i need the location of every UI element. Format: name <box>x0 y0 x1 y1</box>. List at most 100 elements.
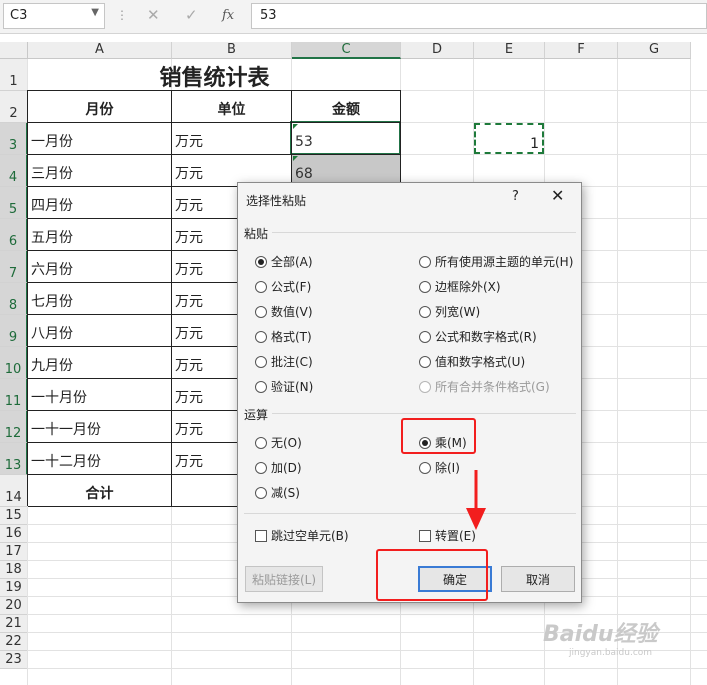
copied-cell[interactable]: 1 <box>474 123 544 154</box>
month-cell[interactable]: 一十月份 <box>28 379 171 410</box>
watermark-url: jingyan.baidu.com <box>569 648 653 658</box>
radio-option[interactable]: 公式和数字格式(R) <box>419 328 537 345</box>
row-header-18[interactable]: 18 <box>0 561 28 579</box>
column-header-c[interactable]: C <box>292 42 401 59</box>
radio-button-icon <box>419 461 431 474</box>
radio-option[interactable]: 减(S) <box>255 484 300 501</box>
chevron-down-icon[interactable]: ▼ <box>91 7 99 18</box>
paste-link-button[interactable]: 粘贴链接(L) <box>245 566 323 592</box>
radio-option[interactable]: 批注(C) <box>255 353 313 370</box>
row-header-19[interactable]: 19 <box>0 579 28 597</box>
help-icon[interactable]: ? <box>512 189 519 204</box>
operation-section-label: 运算 <box>244 408 269 422</box>
radio-option[interactable]: 值和数字格式(U) <box>419 353 525 370</box>
row-header-23[interactable]: 23 <box>0 651 28 669</box>
month-cell[interactable]: 六月份 <box>28 251 171 282</box>
name-box[interactable]: C3 ▼ <box>3 3 105 29</box>
radio-label: 减(S) <box>271 486 300 500</box>
row-header-17[interactable]: 17 <box>0 543 28 561</box>
row-header-2[interactable]: 2 <box>0 91 28 123</box>
radio-option[interactable]: 格式(T) <box>255 328 312 345</box>
row-header-14[interactable]: 14 <box>0 475 28 507</box>
month-cell[interactable]: 五月份 <box>28 219 171 250</box>
radio-option[interactable]: 无(O) <box>255 434 302 451</box>
radio-label: 除(I) <box>435 461 460 475</box>
row-header-20[interactable]: 20 <box>0 597 28 615</box>
header-amount[interactable]: 金额 <box>292 91 400 122</box>
row-header-12[interactable]: 12 <box>0 411 28 443</box>
radio-button-icon <box>419 255 431 268</box>
radio-option[interactable]: 数值(V) <box>255 303 313 320</box>
total-label[interactable]: 合计 <box>28 475 171 506</box>
month-cell[interactable]: 九月份 <box>28 347 171 378</box>
insert-function-icon[interactable]: fx <box>222 8 234 23</box>
radio-option[interactable]: 边框除外(X) <box>419 278 501 295</box>
row-header-3[interactable]: 3 <box>0 123 28 155</box>
row-header-21[interactable]: 21 <box>0 615 28 633</box>
table-border-horizontal <box>28 154 401 155</box>
month-cell[interactable]: 七月份 <box>28 283 171 314</box>
header-unit[interactable]: 单位 <box>172 91 291 122</box>
radio-button-icon <box>255 380 267 393</box>
radio-button-icon <box>255 355 267 368</box>
row-header-16[interactable]: 16 <box>0 525 28 543</box>
watermark: Baidu经验 jingyan.baidu.com <box>543 616 703 664</box>
radio-option[interactable]: 除(I) <box>419 459 460 476</box>
checkbox-box <box>419 529 431 542</box>
header-month[interactable]: 月份 <box>28 91 171 122</box>
unit-cell[interactable]: 万元 <box>172 123 291 154</box>
month-cell[interactable]: 八月份 <box>28 315 171 346</box>
formula-input[interactable]: 53 <box>251 3 707 29</box>
month-cell[interactable]: 一十一月份 <box>28 411 171 442</box>
cancel-button[interactable]: 取消 <box>501 566 575 592</box>
row-header-9[interactable]: 9 <box>0 315 28 347</box>
operation-section-divider <box>272 413 576 414</box>
row-header-5[interactable]: 5 <box>0 187 28 219</box>
ok-highlight-box <box>376 549 488 601</box>
row-header-10[interactable]: 10 <box>0 347 28 379</box>
radio-button-icon <box>255 486 267 499</box>
gridline-horizontal <box>28 614 707 615</box>
formula-bar-separator: ⋮ <box>116 8 128 22</box>
radio-option[interactable]: 所有使用源主题的单元(H) <box>419 253 573 270</box>
month-cell[interactable]: 四月份 <box>28 187 171 218</box>
radio-option[interactable]: 验证(N) <box>255 378 313 395</box>
radio-option[interactable]: 列宽(W) <box>419 303 480 320</box>
row-header-13[interactable]: 13 <box>0 443 28 475</box>
close-icon[interactable]: ✕ <box>551 186 564 205</box>
enter-icon[interactable]: ✓ <box>185 6 198 24</box>
row-header-8[interactable]: 8 <box>0 283 28 315</box>
column-header-a[interactable]: A <box>28 42 172 59</box>
month-cell[interactable]: 三月份 <box>28 155 171 186</box>
cancel-icon[interactable]: ✕ <box>147 6 160 24</box>
sheet-title[interactable]: 销售统计表 <box>28 59 401 91</box>
radio-label: 全部(A) <box>271 255 313 269</box>
row-header-1[interactable]: 1 <box>0 59 28 91</box>
row-header-7[interactable]: 7 <box>0 251 28 283</box>
radio-button-icon <box>255 461 267 474</box>
row-header-15[interactable]: 15 <box>0 507 28 525</box>
select-all-corner[interactable] <box>0 42 28 59</box>
row-header-11[interactable]: 11 <box>0 379 28 411</box>
row-header-22[interactable]: 22 <box>0 633 28 651</box>
month-cell[interactable]: 一十二月份 <box>28 443 171 474</box>
radio-button-icon <box>419 380 431 393</box>
column-header-d[interactable]: D <box>401 42 474 59</box>
month-cell[interactable]: 一月份 <box>28 123 171 154</box>
column-header-g[interactable]: G <box>618 42 691 59</box>
radio-label: 所有使用源主题的单元(H) <box>435 255 574 269</box>
column-header-e[interactable]: E <box>474 42 545 59</box>
column-header-b[interactable]: B <box>172 42 292 59</box>
row-header-4[interactable]: 4 <box>0 155 28 187</box>
radio-button-icon <box>419 280 431 293</box>
radio-label: 批注(C) <box>271 355 313 369</box>
row-header-6[interactable]: 6 <box>0 219 28 251</box>
formula-bar: C3 ▼ ⋮ ✕ ✓ fx 53 <box>0 0 707 34</box>
arrow-down-icon <box>466 470 486 530</box>
column-header-f[interactable]: F <box>545 42 618 59</box>
radio-option[interactable]: 全部(A) <box>255 253 313 270</box>
dialog-title: 选择性粘贴 <box>246 194 307 208</box>
radio-option[interactable]: 公式(F) <box>255 278 311 295</box>
skip-blanks-checkbox[interactable]: 跳过空单元(B) <box>255 527 349 544</box>
radio-option[interactable]: 加(D) <box>255 459 302 476</box>
